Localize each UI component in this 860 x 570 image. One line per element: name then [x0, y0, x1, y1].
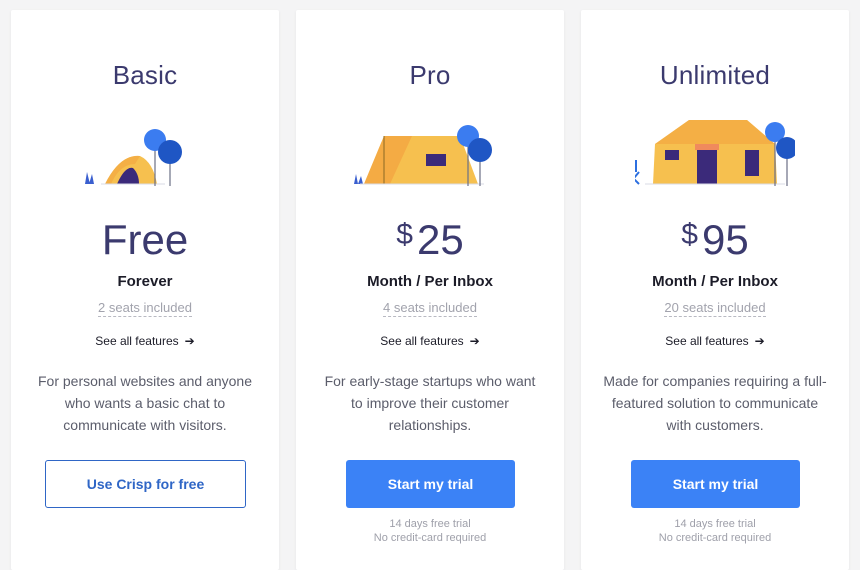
- trial-note: 14 days free trial No credit-card requir…: [296, 517, 564, 545]
- plan-price: Free: [11, 216, 279, 264]
- arrow-right-icon: ➔: [469, 334, 480, 348]
- see-features-label: See all features: [380, 334, 464, 348]
- plan-name: Pro: [409, 60, 451, 90]
- plan-period: Month / Per Inbox: [652, 273, 778, 290]
- seats-label[interactable]: 4 seats included: [383, 300, 477, 317]
- trial-note-line2: No credit-card required: [658, 532, 772, 544]
- plan-period: Month / Per Inbox: [367, 273, 493, 290]
- plan-card-basic: Basic Free Forever 2 seats included See …: [11, 10, 279, 570]
- seats-info: 2 seats included: [11, 299, 279, 317]
- trial-note-line1: 14 days free trial: [674, 518, 756, 530]
- price-amount: 25: [416, 216, 464, 263]
- trial-note-line1: 14 days free trial: [389, 518, 471, 530]
- arrow-right-icon: ➔: [754, 334, 765, 348]
- plan-description: For personal websites and anyone who wan…: [37, 373, 253, 433]
- small-tent-illustration: [65, 114, 225, 194]
- plan-description: Made for companies requiring a full-feat…: [603, 373, 827, 433]
- plan-price: $95: [581, 216, 849, 264]
- see-features-link[interactable]: See all features ➔: [581, 334, 849, 348]
- see-features-label: See all features: [665, 334, 749, 348]
- plan-period: Forever: [117, 273, 173, 290]
- see-features-link[interactable]: See all features ➔: [11, 334, 279, 348]
- see-features-link[interactable]: See all features ➔: [296, 334, 564, 348]
- price-currency: $: [681, 218, 698, 251]
- see-features-label: See all features: [95, 334, 179, 348]
- seats-info: 20 seats included: [581, 299, 849, 317]
- trial-note: 14 days free trial No credit-card requir…: [581, 517, 849, 545]
- seats-label[interactable]: 2 seats included: [98, 300, 192, 317]
- plan-name: Unlimited: [659, 60, 771, 90]
- plan-card-pro: Pro $25 Month / Per Inbox 4 seats includ…: [296, 10, 564, 570]
- start-trial-button[interactable]: Start my trial: [631, 460, 800, 508]
- start-trial-button[interactable]: Start my trial: [346, 460, 515, 508]
- plan-price: $25: [296, 216, 564, 264]
- large-tent-illustration: [626, 114, 798, 194]
- plan-card-unlimited: Unlimited $95 Month / Per Inbox 20 seats…: [581, 10, 849, 570]
- price-amount: Free: [101, 216, 189, 263]
- trial-note-line2: No credit-card required: [373, 532, 487, 544]
- medium-tent-illustration: [350, 114, 510, 194]
- plan-name: Basic: [112, 60, 178, 90]
- seats-label[interactable]: 20 seats included: [664, 300, 766, 317]
- seats-info: 4 seats included: [296, 299, 564, 317]
- price-currency: $: [396, 218, 413, 251]
- price-amount: 95: [701, 216, 749, 263]
- use-crisp-free-button[interactable]: Use Crisp for free: [45, 460, 246, 508]
- arrow-right-icon: ➔: [184, 334, 195, 348]
- plan-description: For early-stage startups who want to imp…: [324, 373, 536, 433]
